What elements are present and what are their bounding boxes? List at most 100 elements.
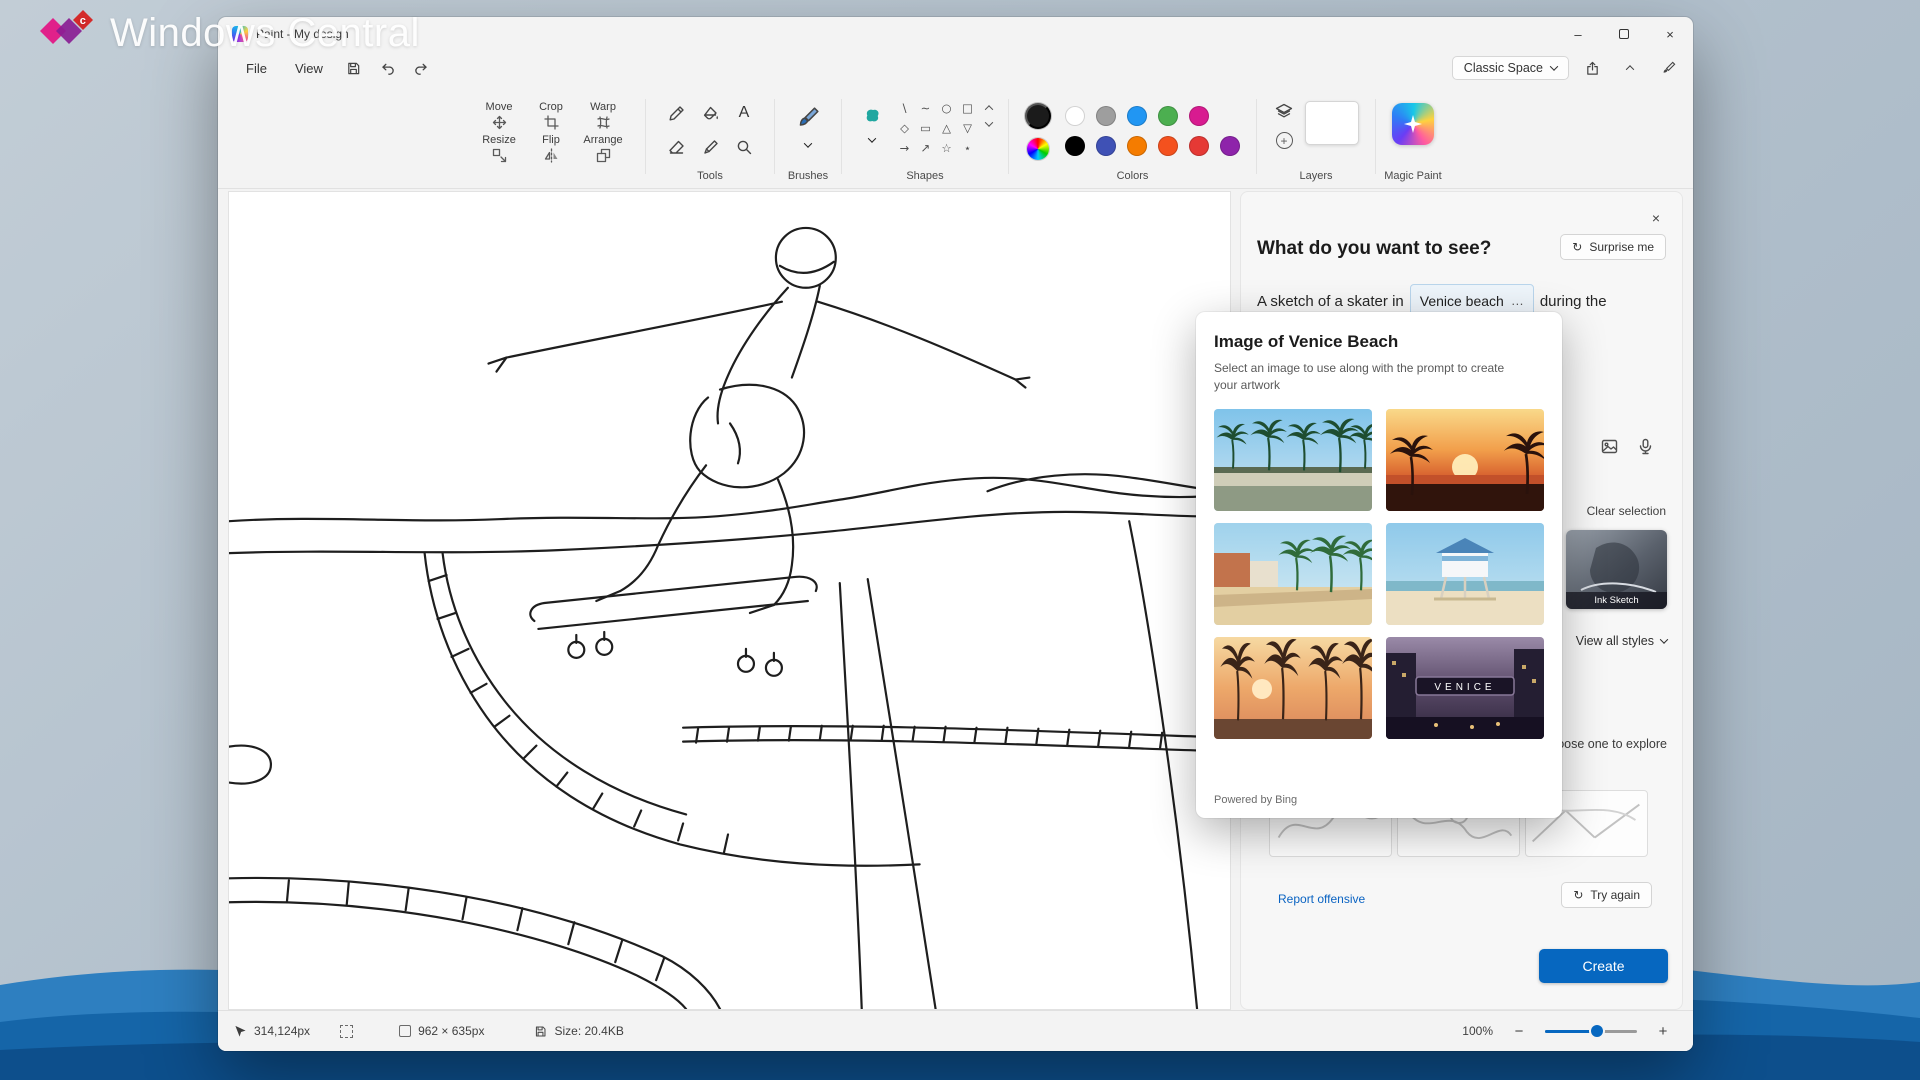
share-icon — [1585, 61, 1600, 76]
text-tool-button[interactable]: A — [730, 99, 758, 127]
style-selector-label: Classic Space — [1464, 61, 1543, 75]
add-image-button[interactable] — [1598, 435, 1620, 457]
layers-section-label: Layers — [1259, 170, 1373, 182]
file-size-value: Size: 20.4KB — [554, 1024, 623, 1038]
color-swatch-black[interactable] — [1065, 136, 1085, 156]
color-swatch-blue[interactable] — [1127, 106, 1147, 126]
color-swatch-orange[interactable] — [1127, 136, 1147, 156]
zoom-out-button[interactable]: − — [1509, 1023, 1529, 1040]
report-offensive-link[interactable]: Report offensive — [1278, 892, 1365, 906]
surprise-me-button[interactable]: ↻ Surprise me — [1560, 234, 1666, 260]
crop-button[interactable]: Crop — [525, 101, 577, 130]
view-all-styles-button[interactable]: View all styles — [1576, 634, 1667, 648]
redo-button[interactable] — [407, 54, 437, 82]
marker-tool-button[interactable] — [696, 133, 724, 161]
venice-image-sign[interactable]: VENICE — [1386, 637, 1544, 739]
brushes-button[interactable] — [791, 101, 825, 135]
shapes-scroll-up-icon[interactable] — [985, 105, 993, 113]
magnifier-tool-button[interactable] — [730, 133, 758, 161]
share-button[interactable] — [1577, 54, 1607, 82]
appearance-button[interactable] — [1653, 54, 1683, 82]
ribbon-divider — [645, 99, 646, 174]
shape-curve[interactable]: ∼ — [917, 99, 934, 116]
zoom-slider[interactable] — [1545, 1030, 1637, 1033]
try-again-button[interactable]: ↻ Try again — [1561, 882, 1652, 908]
zoom-slider-thumb[interactable] — [1591, 1025, 1603, 1037]
venice-image-boardwalk[interactable] — [1214, 523, 1372, 625]
collapse-ribbon-button[interactable] — [1615, 54, 1645, 82]
drawing-canvas[interactable] — [228, 191, 1231, 1010]
color-swatch-deep-orange[interactable] — [1158, 136, 1178, 156]
venice-image-walkway[interactable] — [1214, 409, 1372, 511]
color-wheel-button[interactable] — [1027, 138, 1049, 160]
venice-image-golden-palms[interactable] — [1214, 637, 1372, 739]
save-button[interactable] — [339, 54, 369, 82]
zoom-value: 100% — [1462, 1024, 1493, 1038]
eraser-tool-button[interactable] — [662, 133, 690, 161]
shape-line[interactable]: \ — [896, 99, 913, 116]
shapes-scroll-down-icon[interactable] — [985, 118, 993, 126]
venice-beach-popup: Image of Venice Beach Select an image to… — [1196, 312, 1562, 818]
shape-star-alt[interactable]: ⋆ — [959, 139, 976, 156]
fill-tool-button[interactable] — [696, 99, 724, 127]
titlebar: Paint - My design – × — [218, 17, 1693, 51]
layer-thumbnail[interactable] — [1305, 101, 1359, 145]
venice-image-sunset[interactable] — [1386, 409, 1544, 511]
move-button[interactable]: Move — [473, 101, 525, 130]
menu-view[interactable]: View — [283, 56, 335, 81]
shape-style-button[interactable] — [858, 101, 886, 129]
canvas-size-value: 962 × 635px — [418, 1024, 484, 1038]
minimize-button[interactable]: – — [1555, 17, 1601, 51]
shape-triangle[interactable]: △ — [938, 119, 955, 136]
flip-label: Flip — [542, 134, 560, 146]
clear-selection-button[interactable]: Clear selection — [1587, 504, 1666, 518]
warp-button[interactable]: Warp — [577, 101, 629, 130]
color-swatch-indigo[interactable] — [1096, 136, 1116, 156]
magic-paint-button[interactable] — [1392, 95, 1434, 145]
pencil-tool-button[interactable] — [662, 99, 690, 127]
menubar: File View Classic Space — [218, 51, 1693, 85]
chevron-down-icon — [1660, 635, 1668, 643]
maximize-button[interactable] — [1601, 17, 1647, 51]
shape-arrow-diagonal[interactable]: ↗ — [917, 139, 934, 156]
warp-icon — [596, 115, 611, 130]
shape-style-chevron-icon[interactable] — [868, 134, 876, 142]
dictate-button[interactable] — [1634, 435, 1656, 457]
layers-button[interactable] — [1273, 101, 1295, 123]
color-swatch-red[interactable] — [1189, 136, 1209, 156]
color-swatch-pink[interactable] — [1189, 106, 1209, 126]
shape-oval[interactable]: ○ — [938, 99, 955, 116]
brushes-chevron-icon[interactable] — [804, 139, 812, 147]
file-size-group: Size: 20.4KB — [534, 1024, 623, 1038]
add-layer-button[interactable]: + — [1276, 132, 1293, 149]
shape-rounded-rectangle[interactable]: ▭ — [917, 119, 934, 136]
cursor-icon — [234, 1025, 247, 1038]
arrange-button[interactable]: Arrange — [577, 134, 629, 163]
brush-icon — [796, 106, 820, 130]
shape-diamond[interactable]: ◇ — [896, 119, 913, 136]
flip-button[interactable]: Flip — [525, 134, 577, 163]
color-swatch-gray[interactable] — [1096, 106, 1116, 126]
close-button[interactable]: × — [1647, 17, 1693, 51]
current-color-swatch[interactable] — [1025, 103, 1051, 129]
style-thumbnail[interactable]: Ink Sketch — [1566, 530, 1667, 609]
powered-by-label: Powered by Bing — [1214, 794, 1297, 806]
undo-button[interactable] — [373, 54, 403, 82]
color-swatch-green[interactable] — [1158, 106, 1178, 126]
shape-arrow[interactable]: → — [896, 139, 913, 156]
zoom-in-button[interactable]: + — [1653, 1023, 1673, 1040]
panel-close-button[interactable]: × — [1642, 204, 1670, 232]
resize-button[interactable]: Resize — [473, 134, 525, 163]
style-selector-dropdown[interactable]: Classic Space — [1452, 56, 1569, 80]
color-swatch-purple[interactable] — [1220, 136, 1240, 156]
colors-section-label: Colors — [1011, 170, 1254, 182]
menu-file[interactable]: File — [234, 56, 279, 81]
shape-star[interactable]: ☆ — [938, 139, 955, 156]
shape-triangle-down[interactable]: ▽ — [959, 119, 976, 136]
layers-icon — [1275, 103, 1293, 121]
paintbrush-icon — [1661, 61, 1676, 76]
create-button[interactable]: Create — [1539, 949, 1668, 983]
shape-rectangle[interactable]: □ — [959, 99, 976, 116]
venice-image-lifeguard-tower[interactable] — [1386, 523, 1544, 625]
color-swatch-white[interactable] — [1065, 106, 1085, 126]
